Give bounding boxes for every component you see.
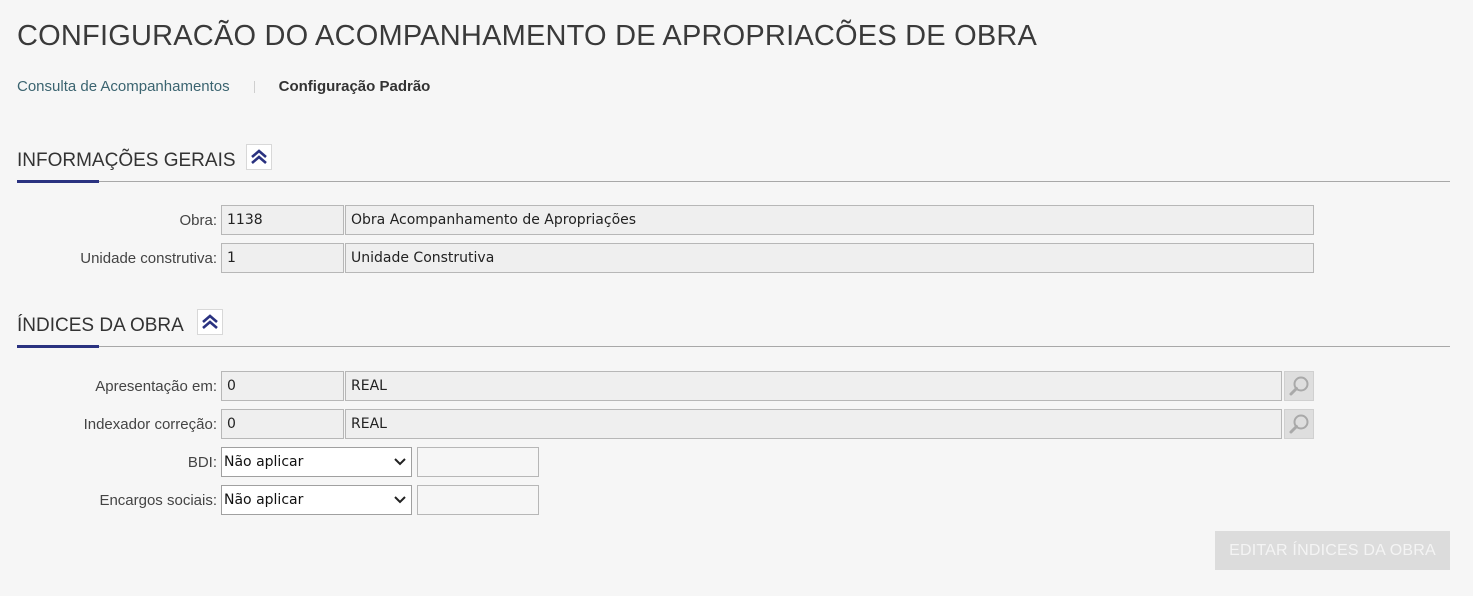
apresentacao-code-field: 0 [221,371,344,401]
breadcrumb-current: Configuração Padrão [278,78,431,95]
bdi-label: BDI: [187,453,217,471]
page-title: CONFIGURACÃO DO ACOMPANHAMENTO DE APROPR… [17,20,1038,52]
collapse-informacoes-gerais-button[interactable] [246,144,272,170]
row-obra: Obra: 1138 Obra Acompanhamento de Apropr… [0,205,1314,235]
obra-code-field: 1138 [221,205,344,235]
unidade-label: Unidade construtiva: [80,249,217,267]
row-encargos: Encargos sociais: Não aplicar [0,485,539,515]
unidade-description-field: Unidade Construtiva [345,243,1314,273]
section-title-indices-obra: ÍNDICES DA OBRA [17,315,184,336]
breadcrumb: Consulta de Acompanhamentos Configuração… [17,78,430,95]
bdi-select[interactable]: Não aplicar [221,447,412,477]
section-header-informacoes-gerais: INFORMAÇÕES GERAIS [17,141,1450,183]
unidade-code-field: 1 [221,243,344,273]
section-header-indices-obra: ÍNDICES DA OBRA [17,306,1450,348]
row-indexador: Indexador correção: 0 REAL [0,409,1314,439]
row-apresentacao: Apresentação em: 0 REAL [0,371,1314,401]
indexador-description-field: REAL [345,409,1282,439]
section-accent-bar [17,345,99,348]
edit-indices-button[interactable]: EDITAR ÍNDICES DA OBRA [1215,531,1450,570]
obra-description-field: Obra Acompanhamento de Apropriações [345,205,1314,235]
row-bdi: BDI: Não aplicar [0,447,539,477]
bdi-value-input[interactable] [417,447,539,477]
apresentacao-description-field: REAL [345,371,1282,401]
indexador-label: Indexador correção: [83,415,217,433]
magnifier-icon [1289,376,1309,396]
encargos-label: Encargos sociais: [99,491,217,509]
encargos-select[interactable]: Não aplicar [221,485,412,515]
row-unidade: Unidade construtiva: 1 Unidade Construti… [0,243,1314,273]
chevron-down-icon [394,496,406,504]
apresentacao-label: Apresentação em: [95,377,217,395]
encargos-selected-value: Não aplicar [224,492,304,508]
obra-label: Obra: [179,211,217,229]
apresentacao-lookup-button[interactable] [1284,371,1314,401]
chevron-down-icon [394,458,406,466]
breadcrumb-separator [253,80,255,93]
magnifier-icon [1289,414,1309,434]
page: CONFIGURACÃO DO ACOMPANHAMENTO DE APROPR… [0,0,1473,596]
section-title-informacoes-gerais: INFORMAÇÕES GERAIS [17,150,236,171]
bdi-selected-value: Não aplicar [224,454,304,470]
section-accent-bar [17,180,99,183]
breadcrumb-link-consulta[interactable]: Consulta de Acompanhamentos [17,78,230,95]
indexador-code-field: 0 [221,409,344,439]
collapse-indices-obra-button[interactable] [197,309,223,335]
double-chevron-up-icon [251,149,267,164]
double-chevron-up-icon [202,314,218,329]
indexador-lookup-button[interactable] [1284,409,1314,439]
encargos-value-input[interactable] [417,485,539,515]
